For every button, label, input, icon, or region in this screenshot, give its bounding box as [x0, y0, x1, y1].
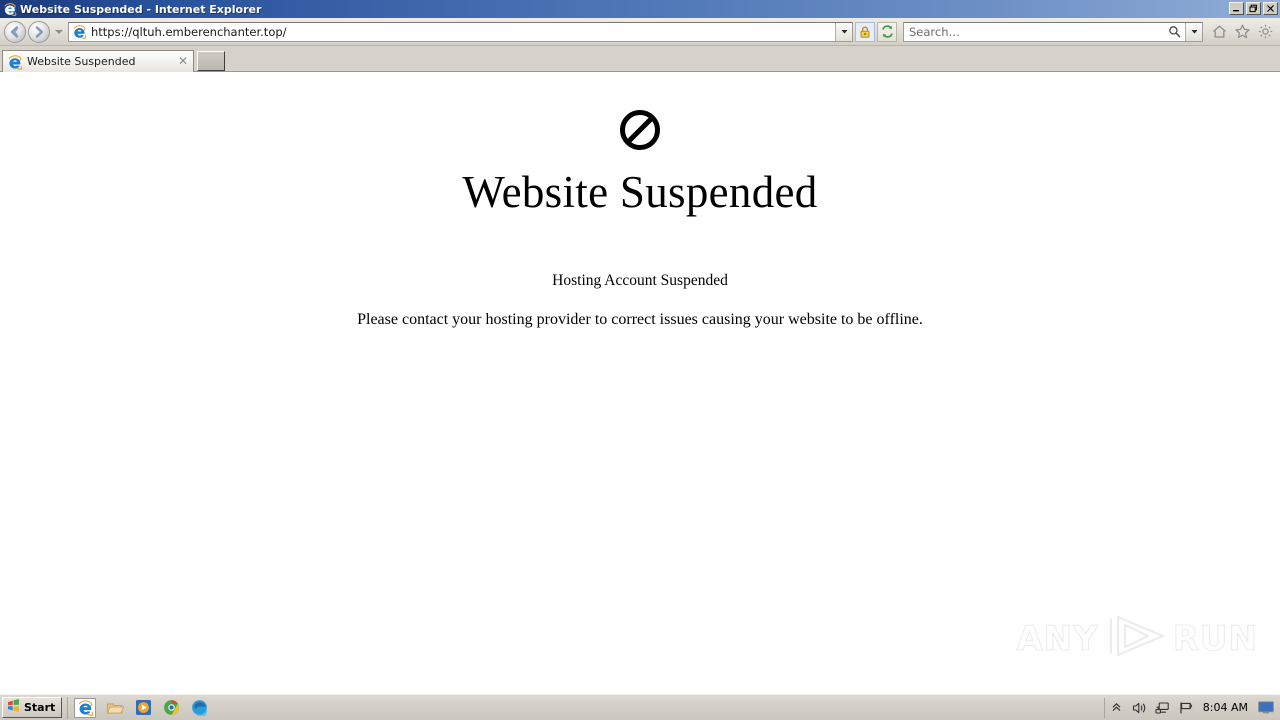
navigation-toolbar: https://qltuh.emberenchanter.top/ Search… — [0, 18, 1280, 46]
minimize-button[interactable] — [1229, 2, 1244, 15]
page-message: Please contact your hosting provider to … — [357, 310, 923, 328]
window-controls — [1229, 2, 1278, 15]
close-button[interactable] — [1263, 2, 1278, 15]
history-dropdown-chevron-down-icon[interactable] — [53, 21, 65, 43]
window-title: Website Suspended - Internet Explorer — [20, 2, 262, 16]
search-input[interactable]: Search… — [904, 23, 1163, 41]
tab-close-icon[interactable]: ✕ — [177, 55, 189, 68]
taskbar: Start 8:04 AM — [0, 694, 1280, 720]
back-arrow-icon[interactable] — [4, 20, 26, 43]
title-bar: Website Suspended - Internet Explorer — [0, 0, 1280, 18]
lock-icon[interactable] — [855, 21, 875, 42]
windows-logo-icon — [6, 698, 21, 718]
show-desktop-icon[interactable] — [1258, 700, 1274, 715]
refresh-icon[interactable] — [877, 21, 897, 42]
tab-strip: Website Suspended ✕ — [0, 46, 1280, 72]
chevron-up-icon[interactable] — [1109, 700, 1124, 715]
page-title: Website Suspended — [462, 167, 818, 217]
new-tab-button[interactable] — [197, 51, 225, 71]
home-icon[interactable] — [1211, 23, 1228, 40]
prohibited-icon — [618, 108, 662, 152]
play-triangle-icon — [1103, 613, 1169, 664]
ie-logo-icon — [3, 2, 17, 16]
browser-command-icons — [1211, 23, 1276, 40]
media-player-icon[interactable] — [134, 699, 152, 717]
address-bar[interactable]: https://qltuh.emberenchanter.top/ — [68, 21, 853, 42]
gear-icon[interactable] — [1257, 23, 1274, 40]
restore-button[interactable] — [1246, 2, 1261, 15]
suspended-content: Website Suspended Hosting Account Suspen… — [0, 72, 1280, 329]
clock[interactable]: 8:04 AM — [1201, 701, 1250, 714]
tab-title: Website Suspended — [27, 55, 136, 68]
start-label: Start — [24, 701, 56, 714]
tab-ie-logo-icon — [7, 54, 23, 70]
search-dropdown-chevron-down-icon[interactable] — [1185, 22, 1202, 41]
anyrun-watermark: ANY RUN — [1016, 613, 1258, 664]
quick-launch-bar — [67, 696, 208, 719]
edge-icon[interactable] — [190, 699, 208, 717]
speaker-icon[interactable] — [1132, 700, 1147, 715]
system-tray: 8:04 AM — [1103, 697, 1278, 718]
watermark-right-text: RUN — [1172, 618, 1258, 659]
address-input[interactable]: https://qltuh.emberenchanter.top/ — [89, 23, 835, 41]
folder-icon[interactable] — [106, 699, 125, 717]
address-ie-logo-icon — [69, 23, 89, 41]
network-icon[interactable] — [1155, 700, 1170, 715]
search-box[interactable]: Search… — [903, 21, 1203, 42]
chrome-icon[interactable] — [162, 699, 180, 717]
forward-arrow-icon[interactable] — [28, 20, 50, 43]
watermark-left-text: ANY — [1016, 618, 1099, 659]
page-subheading: Hosting Account Suspended — [552, 271, 728, 289]
flag-icon[interactable] — [1178, 700, 1193, 715]
magnifier-icon[interactable] — [1163, 23, 1185, 41]
star-icon[interactable] — [1234, 23, 1251, 40]
address-dropdown-chevron-down-icon[interactable] — [835, 22, 852, 41]
start-button[interactable]: Start — [2, 697, 63, 718]
tab-website-suspended[interactable]: Website Suspended ✕ — [2, 50, 194, 72]
browser-window: Website Suspended - Internet Explorer ht… — [0, 0, 1280, 720]
page-viewport: Website Suspended Hosting Account Suspen… — [0, 72, 1280, 694]
taskbar-ie-logo-icon[interactable] — [74, 697, 97, 718]
